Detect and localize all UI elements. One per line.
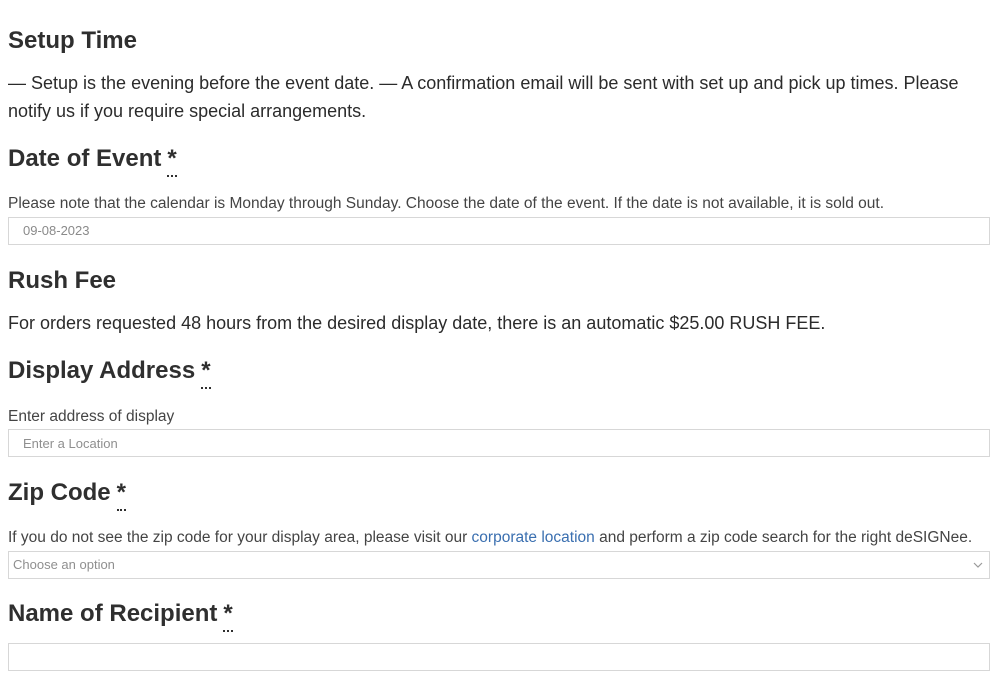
corporate-location-link[interactable]: corporate location (472, 529, 595, 546)
rush-fee-heading: Rush Fee (8, 267, 117, 294)
required-asterisk: * (167, 145, 178, 177)
display-address-heading: Display Address * (8, 357, 211, 389)
required-asterisk: * (223, 600, 234, 632)
required-asterisk: * (116, 479, 127, 511)
chevron-down-icon (973, 562, 983, 568)
rush-fee-text: For orders requested 48 hours from the d… (8, 313, 826, 333)
display-address-input[interactable] (8, 429, 990, 457)
zip-code-description: If you do not see the zip code for your … (8, 529, 973, 546)
display-address-description: Enter address of display (8, 408, 175, 425)
recipient-name-input[interactable] (8, 643, 990, 671)
setup-time-heading: Setup Time (8, 27, 137, 54)
zip-code-heading: Zip Code * (8, 479, 127, 511)
zip-code-select[interactable]: Choose an option (8, 551, 990, 579)
setup-time-text: — Setup is the evening before the event … (8, 73, 959, 121)
name-of-recipient-heading: Name of Recipient * (8, 600, 234, 632)
event-date-value: 09-08-2023 (23, 223, 90, 238)
required-asterisk: * (201, 357, 211, 389)
date-of-event-description: Please note that the calendar is Monday … (8, 195, 885, 212)
event-date-input[interactable]: 09-08-2023 (8, 217, 990, 245)
zip-code-select-value: Choose an option (13, 557, 115, 572)
date-of-event-heading: Date of Event * (8, 145, 178, 177)
